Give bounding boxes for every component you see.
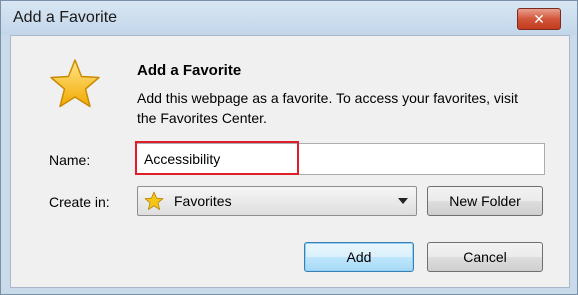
favorites-star-icon bbox=[144, 191, 164, 210]
window-title: Add a Favorite bbox=[13, 9, 118, 26]
add-favorite-dialog: Add a Favorite ✕ Add a Favorite Add this… bbox=[0, 0, 578, 295]
create-in-value: Favorites bbox=[174, 193, 232, 209]
dialog-heading: Add a Favorite bbox=[137, 62, 242, 79]
dialog-description: Add this webpage as a favorite. To acces… bbox=[137, 90, 519, 126]
close-icon: ✕ bbox=[533, 11, 545, 27]
cancel-button[interactable]: Cancel bbox=[427, 242, 543, 272]
name-label: Name: bbox=[49, 152, 91, 168]
star-icon bbox=[50, 59, 100, 108]
chevron-down-icon bbox=[398, 198, 408, 204]
add-button[interactable]: Add bbox=[304, 242, 414, 272]
title-bar[interactable]: Add a Favorite ✕ bbox=[1, 1, 577, 35]
new-folder-button[interactable]: New Folder bbox=[427, 186, 543, 216]
name-input[interactable] bbox=[144, 149, 534, 169]
dialog-body: Add a Favorite Add this webpage as a fav… bbox=[10, 35, 570, 288]
create-in-label: Create in: bbox=[49, 194, 110, 210]
name-field-frame bbox=[135, 143, 545, 175]
create-in-dropdown[interactable]: Favorites bbox=[137, 186, 417, 216]
close-button[interactable]: ✕ bbox=[517, 8, 561, 30]
